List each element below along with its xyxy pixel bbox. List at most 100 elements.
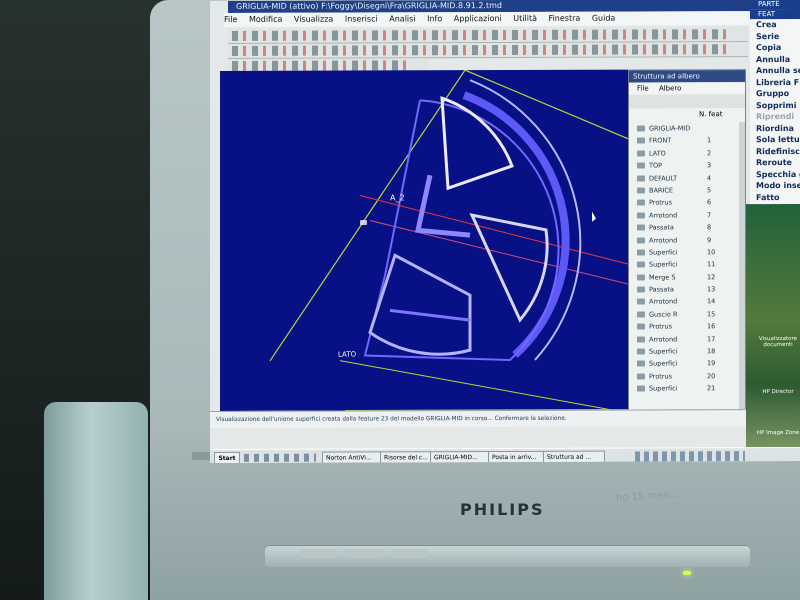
model-tree-header: N. feat xyxy=(629,108,745,121)
feature-icon xyxy=(637,175,645,182)
menu-header-feat[interactable]: FEAT xyxy=(750,8,800,20)
model-tree-row[interactable]: Arrotond 14 xyxy=(629,296,741,309)
feature-number: 7 xyxy=(707,211,712,220)
menu-manager-item[interactable]: Specchia geo xyxy=(750,168,800,180)
model-tree-toolbar[interactable] xyxy=(629,94,745,109)
model-tree-menu: File Albero xyxy=(629,82,745,95)
feature-number: 20 xyxy=(707,372,716,381)
model-tree-row[interactable]: BARICE 5 xyxy=(629,184,741,197)
menu-manager-item[interactable]: Sopprimi xyxy=(750,99,800,111)
model-tree-row[interactable]: Superfici 18 xyxy=(629,345,741,358)
menu-finestra[interactable]: Finestra xyxy=(549,14,581,23)
feature-label: Superfici xyxy=(649,347,678,356)
feature-number: 4 xyxy=(707,173,712,182)
start-button[interactable]: Start xyxy=(214,451,240,464)
model-tree-scrollbar[interactable] xyxy=(739,122,745,411)
model-tree-row[interactable]: Arrotond 7 xyxy=(629,209,741,222)
menu-manager-item[interactable]: Riordina xyxy=(750,122,800,134)
menu-manager-item[interactable]: Riprendi xyxy=(750,111,800,123)
menu-guida[interactable]: Guida xyxy=(592,14,615,23)
toolbar-icons[interactable] xyxy=(232,44,732,56)
menu-visualizza[interactable]: Visualizza xyxy=(294,15,333,24)
menu-manager-item[interactable]: Modo inserisci xyxy=(750,180,800,192)
menu-manager-item[interactable]: Annulla serie xyxy=(750,65,800,77)
feature-number: 21 xyxy=(707,384,716,393)
desktop-icon-label[interactable]: HP Director xyxy=(756,389,800,395)
model-tree-row[interactable]: Arrotond 17 xyxy=(629,333,741,346)
model-tree-window[interactable]: Struttura ad albero File Albero N. feat … xyxy=(628,69,746,412)
monitor-control-button[interactable] xyxy=(300,549,338,558)
quick-launch-icons[interactable] xyxy=(244,453,316,462)
menu-manager-item[interactable]: Crea xyxy=(750,19,800,31)
menu-manager-items[interactable]: Crea Serie Copia Annulla Annulla serie Librer… xyxy=(750,19,800,203)
menu-manager-panel[interactable]: PARTE FEAT Crea Serie Copia Annulla Annulla … xyxy=(750,0,800,205)
menu-modifica[interactable]: Modifica xyxy=(249,15,282,24)
toolbar-secondary[interactable] xyxy=(228,42,748,59)
desktop-icon-label[interactable]: HP Image Zone xyxy=(756,430,800,436)
menu-analisi[interactable]: Analisi xyxy=(389,14,415,23)
taskbar-button[interactable]: Risorse del c... xyxy=(380,451,432,464)
plane-label: LATO xyxy=(338,351,357,359)
feature-icon xyxy=(637,373,645,380)
menu-inserisci[interactable]: Inserisci xyxy=(345,14,378,23)
menu-manager-item[interactable]: Fatto xyxy=(750,191,800,203)
taskbar: Start Norton AntiVi... Risorse del c... … xyxy=(210,446,800,464)
menu-header-parte[interactable]: PARTE xyxy=(750,0,800,10)
model-tree-row[interactable]: Protrus 16 xyxy=(629,320,741,333)
model-tree-row[interactable]: Arrotond 9 xyxy=(629,234,741,247)
menu-info[interactable]: Info xyxy=(427,14,442,23)
feature-icon xyxy=(637,323,645,330)
cad-model-drawing[interactable]: A_2 LATO xyxy=(220,69,630,411)
desktop-icon-label[interactable]: Visualizzatore documenti xyxy=(756,336,800,348)
monitor-control-button[interactable] xyxy=(390,549,428,558)
model-tree-row[interactable]: Protrus 20 xyxy=(629,370,741,383)
taskbar-button[interactable]: Posta in arriv... xyxy=(488,450,545,464)
model-tree-list[interactable]: GRIGLIA-MID FRONT 1 LATO 2 TOP 3 DEFAULT 4 BARICE… xyxy=(629,122,741,410)
menu-manager-item[interactable]: Ridefinisci xyxy=(750,145,800,157)
model-tree-row[interactable]: Superfici 11 xyxy=(629,258,741,271)
menu-manager-item[interactable]: Sola lettura xyxy=(750,134,800,146)
model-tree-row[interactable]: Superfici 19 xyxy=(629,358,741,371)
datum-plane-edge xyxy=(339,360,611,411)
menu-utilita[interactable]: Utilità xyxy=(513,14,537,23)
monitor-control-button[interactable] xyxy=(345,549,383,558)
tree-menu-albero[interactable]: Albero xyxy=(659,84,682,92)
toolbar-icons[interactable] xyxy=(232,29,732,41)
taskbar-button[interactable]: Norton AntiVi... xyxy=(322,451,382,464)
power-led xyxy=(683,571,691,575)
graphics-viewport[interactable]: A_2 LATO xyxy=(220,69,630,411)
model-tree-row[interactable]: Superfici 21 xyxy=(629,382,741,395)
tree-menu-file[interactable]: File xyxy=(637,84,649,92)
menu-manager-item[interactable]: Copia xyxy=(750,42,800,54)
menu-file[interactable]: File xyxy=(224,15,237,24)
white-cup xyxy=(44,402,148,600)
model-tree-row[interactable]: Passata 13 xyxy=(629,283,741,296)
system-tray-icons[interactable] xyxy=(635,451,745,462)
model-tree-row[interactable]: Passata 8 xyxy=(629,221,741,234)
menu-manager-item[interactable]: Annulla xyxy=(750,53,800,65)
feature-icon xyxy=(637,311,645,318)
feature-number: 9 xyxy=(707,235,712,244)
model-tree-row[interactable]: Merge S 12 xyxy=(629,271,741,284)
model-tree-row[interactable]: LATO 2 xyxy=(629,147,741,160)
model-tree-row[interactable]: Protrus 6 xyxy=(629,197,741,210)
model-tree-row[interactable]: FRONT 1 xyxy=(629,135,741,148)
taskbar-button[interactable]: GRIGLIA-MID... xyxy=(430,451,490,464)
model-tree-row[interactable]: GRIGLIA-MID xyxy=(629,122,741,135)
model-tree-row[interactable]: DEFAULT 4 xyxy=(629,172,741,185)
feature-label: Superfici xyxy=(649,248,678,257)
menu-manager-item[interactable]: Reroute xyxy=(750,157,800,169)
feature-icon xyxy=(637,261,645,268)
feature-label: Protrus xyxy=(649,198,673,207)
model-tree-row[interactable]: Guscio R 15 xyxy=(629,308,741,321)
menu-applicazioni[interactable]: Applicazioni xyxy=(454,14,502,23)
toolbar-icons[interactable] xyxy=(232,60,412,71)
feature-label: Arrotond xyxy=(649,235,678,245)
menu-manager-item[interactable]: Libreria FDU xyxy=(750,76,800,88)
menu-manager-item[interactable]: Gruppo xyxy=(750,88,800,100)
taskbar-button[interactable]: Struttura ad ... xyxy=(543,450,605,464)
feature-label: Protrus xyxy=(649,322,673,331)
model-tree-row[interactable]: TOP 3 xyxy=(629,159,741,172)
model-tree-row[interactable]: Superfici 10 xyxy=(629,246,741,259)
menu-manager-item[interactable]: Serie xyxy=(750,30,800,42)
